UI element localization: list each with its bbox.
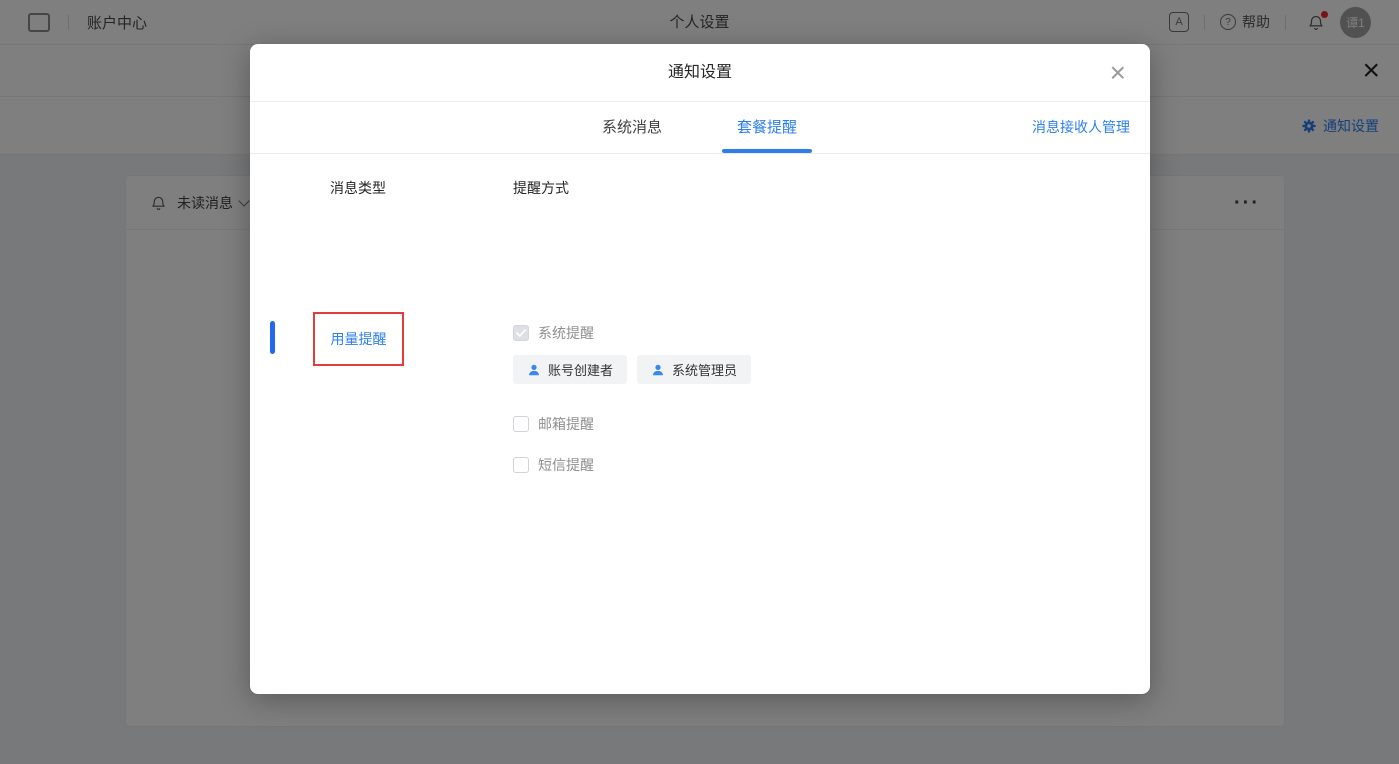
message-type-header: 消息类型 <box>330 178 386 198</box>
screen: 账户中心 个人设置 A ? 帮助 谭1 × <box>0 0 1399 764</box>
checkbox-sms-reminder[interactable] <box>513 457 529 473</box>
notification-settings-modal: 通知设置 × 系统消息 套餐提醒 消息接收人管理 消息类型 用量提醒 提醒方式 <box>250 44 1150 694</box>
modal-header: 通知设置 × <box>250 44 1150 102</box>
recipient-tags: 账号创建者 系统管理员 <box>513 355 751 384</box>
option-label: 短信提醒 <box>538 455 594 475</box>
recipient-tag: 账号创建者 <box>513 355 627 384</box>
recipient-tag-label: 系统管理员 <box>672 360 737 379</box>
modal-close-icon[interactable]: × <box>1110 59 1126 87</box>
checkbox-email-reminder[interactable] <box>513 416 529 432</box>
person-icon <box>527 363 541 377</box>
recipient-tag-label: 账号创建者 <box>548 360 613 379</box>
recipient-manage-link[interactable]: 消息接收人管理 <box>1032 102 1130 153</box>
tab-package-reminder[interactable]: 套餐提醒 <box>722 102 812 153</box>
tab-system-messages[interactable]: 系统消息 <box>602 102 662 153</box>
modal-title: 通知设置 <box>250 44 1150 101</box>
annotation-box: 用量提醒 <box>313 312 404 366</box>
recipient-tag: 系统管理员 <box>637 355 751 384</box>
modal-tabs: 系统消息 套餐提醒 消息接收人管理 <box>250 102 1150 154</box>
modal-body: 消息类型 用量提醒 提醒方式 系统提醒 <box>250 154 1150 695</box>
checkbox-system-reminder <box>513 325 529 341</box>
message-type-usage-reminder[interactable]: 用量提醒 <box>331 329 387 349</box>
person-icon <box>651 363 665 377</box>
option-label: 系统提醒 <box>538 323 594 343</box>
option-system-reminder: 系统提醒 <box>513 323 594 343</box>
selected-indicator-bar <box>270 321 275 354</box>
active-tab-underline <box>722 149 812 153</box>
option-label: 邮箱提醒 <box>538 414 594 434</box>
option-sms-reminder: 短信提醒 <box>513 455 594 475</box>
option-email-reminder: 邮箱提醒 <box>513 414 594 434</box>
check-icon <box>516 329 526 337</box>
remind-method-header: 提醒方式 <box>513 178 569 198</box>
